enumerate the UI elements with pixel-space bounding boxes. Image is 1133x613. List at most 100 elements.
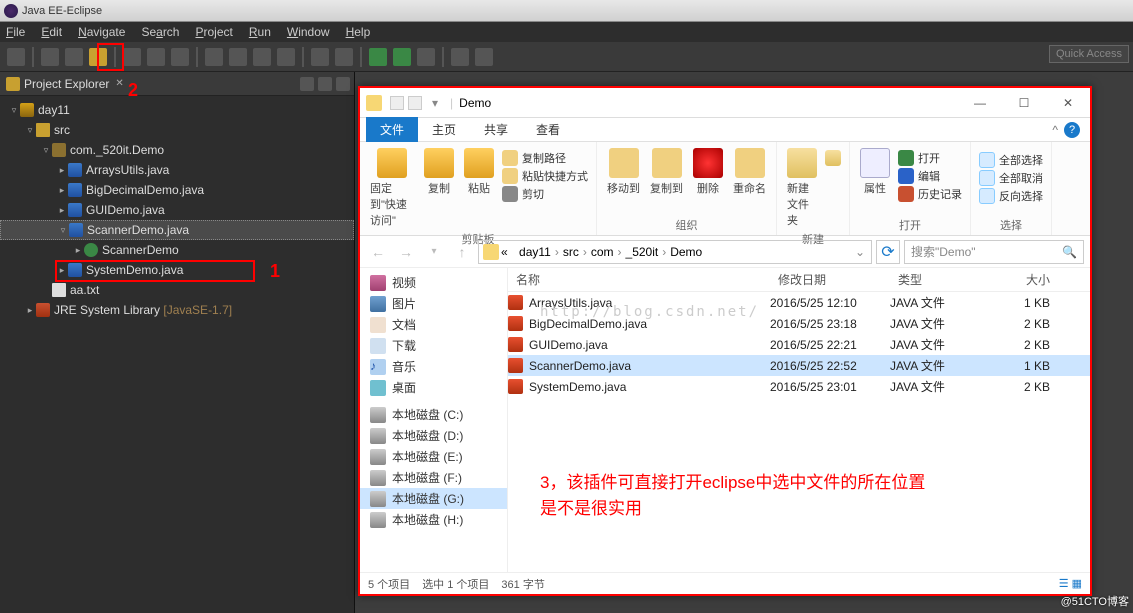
- props-button[interactable]: 属性: [858, 146, 892, 198]
- run-icon[interactable]: [147, 48, 165, 66]
- save-all-icon[interactable]: [65, 48, 83, 66]
- breadcrumb-item[interactable]: com: [591, 245, 614, 259]
- copypath-button[interactable]: 复制路径: [502, 150, 588, 166]
- address-bar[interactable]: « day11› src› com› _520it› Demo ⌄: [478, 240, 872, 264]
- back-icon[interactable]: [451, 48, 469, 66]
- tab-file[interactable]: 文件: [366, 117, 418, 142]
- newitem-button[interactable]: [825, 150, 841, 166]
- minimize-button[interactable]: —: [958, 89, 1002, 117]
- breadcrumb-item[interactable]: day11: [519, 245, 551, 259]
- new-package-icon[interactable]: [253, 48, 271, 66]
- new-icon[interactable]: [7, 48, 25, 66]
- breadcrumb-prefix[interactable]: «: [501, 245, 508, 259]
- run-last-icon[interactable]: [369, 48, 387, 66]
- project-tree[interactable]: ▿day11 ▿src ▿com._520it.Demo ▸ArraysUtil…: [0, 96, 354, 320]
- menu-edit[interactable]: Edit: [41, 25, 62, 39]
- copy-button[interactable]: 复制: [422, 146, 456, 198]
- tree-jre[interactable]: JRE System Library: [54, 303, 160, 317]
- qat-dropdown-icon[interactable]: ▾: [432, 96, 438, 110]
- tab-view[interactable]: 查看: [522, 117, 574, 142]
- external-tools-icon[interactable]: [417, 48, 435, 66]
- navigation-pane[interactable]: 视频 图片 文档 下载 ♪音乐 桌面 本地磁盘 (C:) 本地磁盘 (D:) 本…: [360, 268, 508, 572]
- selectinvert-button[interactable]: 反向选择: [979, 188, 1043, 204]
- tree-file[interactable]: GUIDemo.java: [86, 203, 165, 217]
- open-button[interactable]: 打开: [898, 150, 962, 166]
- new-project-icon[interactable]: [229, 48, 247, 66]
- close-view-icon[interactable]: ✕: [115, 78, 123, 89]
- save-icon[interactable]: [41, 48, 59, 66]
- quick-access[interactable]: Quick Access: [1049, 45, 1129, 63]
- menu-run[interactable]: Run: [249, 25, 271, 39]
- navtree-drive[interactable]: 本地磁盘 (C:): [360, 404, 507, 425]
- tree-package[interactable]: com._520it.Demo: [70, 143, 164, 157]
- up-button[interactable]: ↑: [450, 240, 474, 264]
- navtree-downloads[interactable]: 下载: [360, 335, 507, 356]
- copyto-button[interactable]: 复制到: [648, 146, 685, 198]
- breadcrumb-item[interactable]: src: [563, 245, 579, 259]
- qat-icon[interactable]: [408, 96, 422, 110]
- delete-button[interactable]: 删除: [691, 146, 725, 198]
- paste-button[interactable]: 粘贴: [462, 146, 496, 198]
- file-row[interactable]: ScannerDemo.java2016/5/25 22:52JAVA 文件1 …: [508, 355, 1090, 376]
- menu-navigate[interactable]: Navigate: [78, 25, 125, 39]
- newfolder-button[interactable]: 新建文件夹: [785, 146, 819, 230]
- maximize-button[interactable]: ☐: [1002, 89, 1046, 117]
- selectall-button[interactable]: 全部选择: [979, 152, 1043, 168]
- debug-icon[interactable]: [123, 48, 141, 66]
- menu-file[interactable]: File: [6, 25, 25, 39]
- navtree-documents[interactable]: 文档: [360, 314, 507, 335]
- rename-button[interactable]: 重命名: [731, 146, 768, 198]
- tree-src[interactable]: src: [54, 123, 70, 137]
- toggle-icon[interactable]: [335, 48, 353, 66]
- file-row[interactable]: GUIDemo.java2016/5/25 22:21JAVA 文件2 KB: [508, 334, 1090, 355]
- tree-file[interactable]: BigDecimalDemo.java: [86, 183, 204, 197]
- refresh-button[interactable]: ⟳: [876, 240, 900, 264]
- help-icon[interactable]: ?: [1064, 122, 1080, 138]
- pasteshort-button[interactable]: 粘贴快捷方式: [502, 168, 588, 184]
- tab-home[interactable]: 主页: [418, 117, 470, 142]
- forward-button[interactable]: →: [394, 240, 418, 264]
- menu-project[interactable]: Project: [195, 25, 232, 39]
- collapse-all-icon[interactable]: [300, 77, 314, 91]
- breadcrumb-dropdown-icon[interactable]: ⌄: [855, 245, 871, 259]
- navtree-drive[interactable]: 本地磁盘 (D:): [360, 425, 507, 446]
- search-icon[interactable]: [311, 48, 329, 66]
- tree-project[interactable]: day11: [38, 103, 70, 117]
- qat-icon[interactable]: [390, 96, 404, 110]
- moveto-button[interactable]: 移动到: [605, 146, 642, 198]
- edit-button[interactable]: 编辑: [898, 168, 962, 184]
- navtree-videos[interactable]: 视频: [360, 272, 507, 293]
- tree-file[interactable]: ArraysUtils.java: [86, 163, 169, 177]
- back-button[interactable]: ←: [366, 240, 390, 264]
- menu-search[interactable]: Search: [141, 25, 179, 39]
- tree-txt[interactable]: aa.txt: [70, 283, 99, 297]
- breadcrumb-item[interactable]: _520it: [626, 245, 659, 259]
- view-switcher[interactable]: ☰ ▦: [1059, 577, 1090, 590]
- link-editor-icon[interactable]: [318, 77, 332, 91]
- history-button[interactable]: 历史记录: [898, 186, 962, 202]
- tree-file-selected[interactable]: ScannerDemo.java: [87, 223, 189, 237]
- cut-button[interactable]: 剪切: [502, 186, 588, 202]
- debug-last-icon[interactable]: [393, 48, 411, 66]
- new-class-icon[interactable]: [277, 48, 295, 66]
- view-menu-icon[interactable]: [336, 77, 350, 91]
- menu-help[interactable]: Help: [346, 25, 371, 39]
- navtree-drive[interactable]: 本地磁盘 (H:): [360, 509, 507, 530]
- col-size[interactable]: 大小: [1000, 271, 1060, 288]
- navtree-desktop[interactable]: 桌面: [360, 377, 507, 398]
- navtree-music[interactable]: ♪音乐: [360, 356, 507, 377]
- col-type[interactable]: 类型: [890, 271, 1000, 288]
- collapse-ribbon-icon[interactable]: ^: [1052, 123, 1058, 137]
- pin-button[interactable]: 固定到"快速访问": [368, 146, 416, 230]
- new-server-icon[interactable]: [205, 48, 223, 66]
- menu-window[interactable]: Window: [287, 25, 330, 39]
- coverage-icon[interactable]: [171, 48, 189, 66]
- close-button[interactable]: ✕: [1046, 89, 1090, 117]
- explorer-titlebar[interactable]: ▾ | Demo — ☐ ✕: [360, 88, 1090, 118]
- tab-share[interactable]: 共享: [470, 117, 522, 142]
- column-headers[interactable]: 名称 修改日期 类型 大小: [508, 268, 1090, 292]
- file-row[interactable]: SystemDemo.java2016/5/25 23:01JAVA 文件2 K…: [508, 376, 1090, 397]
- navtree-drive[interactable]: 本地磁盘 (E:): [360, 446, 507, 467]
- search-box[interactable]: 搜索"Demo"🔍: [904, 240, 1084, 264]
- navtree-drive[interactable]: 本地磁盘 (F:): [360, 467, 507, 488]
